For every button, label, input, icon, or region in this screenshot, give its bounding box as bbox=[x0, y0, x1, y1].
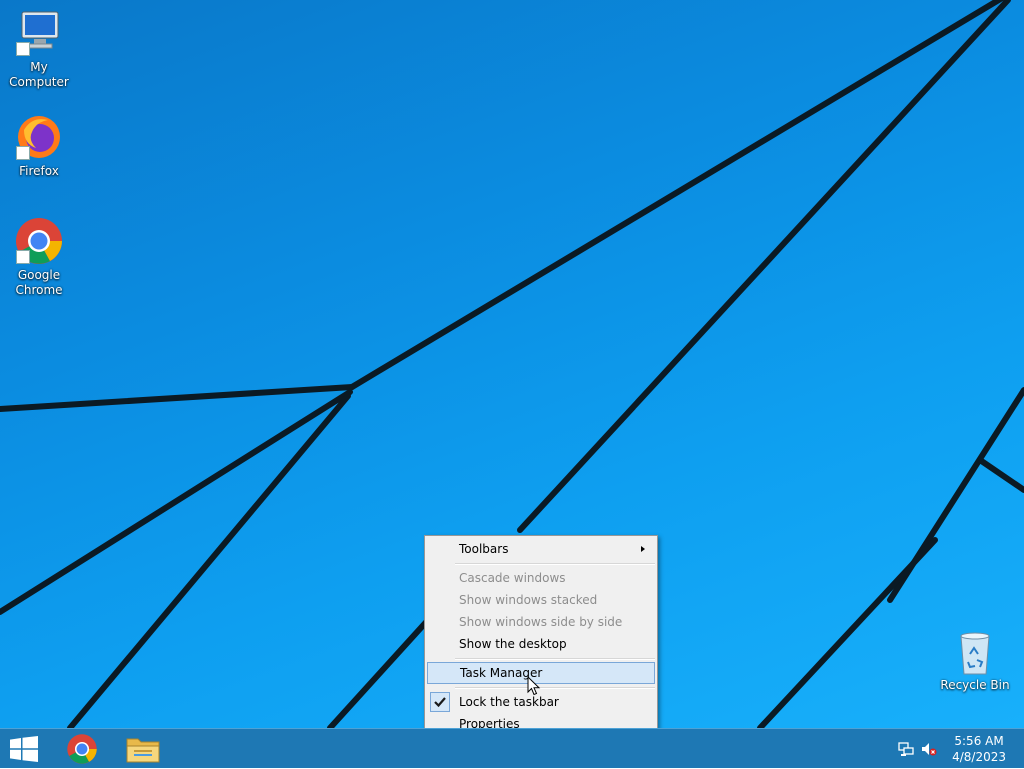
menu-item-show-windows-side-by-side: Show windows side by side bbox=[427, 611, 655, 633]
menu-item-lock-the-taskbar[interactable]: Lock the taskbar bbox=[427, 691, 655, 713]
volume-muted-icon[interactable] bbox=[921, 741, 937, 757]
chrome-icon bbox=[14, 216, 64, 266]
menu-separator bbox=[455, 563, 655, 565]
desktop-icon-google-chrome[interactable]: Google Chrome bbox=[0, 216, 78, 298]
clock-time: 5:56 AM bbox=[954, 734, 1004, 748]
submenu-arrow-icon bbox=[641, 546, 645, 552]
windows-logo-icon bbox=[10, 736, 38, 762]
menu-item-show-windows-stacked: Show windows stacked bbox=[427, 589, 655, 611]
menu-item-label: Lock the taskbar bbox=[459, 695, 559, 709]
clock-date: 4/8/2023 bbox=[952, 750, 1006, 764]
menu-item-label: Show the desktop bbox=[459, 637, 567, 651]
firefox-icon bbox=[14, 112, 64, 162]
menu-item-label: Show windows stacked bbox=[459, 593, 598, 607]
desktop[interactable]: My Computer Firefox Google Chrome Recycl… bbox=[0, 0, 1024, 728]
taskbar-pinned-file-explorer[interactable] bbox=[115, 729, 171, 769]
taskbar-context-menu: Toolbars Cascade windows Show windows st… bbox=[424, 535, 658, 728]
menu-item-cascade-windows: Cascade windows bbox=[427, 567, 655, 589]
taskbar-pinned-google-chrome[interactable] bbox=[54, 729, 110, 769]
menu-item-label: Show windows side by side bbox=[459, 615, 623, 629]
desktop-icon-label: My Computer bbox=[9, 60, 69, 89]
menu-item-properties[interactable]: Properties bbox=[427, 713, 655, 728]
taskbar[interactable]: 5:56 AM 4/8/2023 bbox=[0, 728, 1024, 768]
menu-item-show-the-desktop[interactable]: Show the desktop bbox=[427, 633, 655, 655]
menu-separator bbox=[455, 687, 655, 689]
menu-item-task-manager[interactable]: Task Manager bbox=[427, 662, 655, 684]
menu-item-label: Properties bbox=[459, 717, 520, 728]
shortcut-arrow-icon bbox=[16, 146, 30, 160]
desktop-icon-label: Recycle Bin bbox=[940, 678, 1010, 692]
menu-item-label: Toolbars bbox=[459, 542, 509, 556]
desktop-icon-my-computer[interactable]: My Computer bbox=[0, 8, 78, 90]
shortcut-arrow-icon bbox=[16, 250, 30, 264]
recycle-bin-icon bbox=[955, 630, 995, 676]
desktop-icon-label: Google Chrome bbox=[15, 268, 63, 297]
menu-separator bbox=[455, 658, 655, 660]
computer-icon bbox=[14, 8, 64, 58]
mouse-cursor-icon bbox=[527, 676, 541, 696]
menu-item-toolbars[interactable]: Toolbars bbox=[427, 538, 655, 560]
desktop-icon-label: Firefox bbox=[19, 164, 59, 178]
chrome-icon bbox=[67, 734, 97, 764]
desktop-icon-firefox[interactable]: Firefox bbox=[0, 112, 78, 179]
desktop-icon-recycle-bin[interactable]: Recycle Bin bbox=[936, 630, 1014, 693]
folder-icon bbox=[126, 738, 160, 763]
menu-item-label: Cascade windows bbox=[459, 571, 566, 585]
shortcut-arrow-icon bbox=[16, 42, 30, 56]
taskbar-clock[interactable]: 5:56 AM 4/8/2023 bbox=[952, 733, 1006, 765]
network-icon[interactable] bbox=[898, 741, 914, 757]
checkmark-icon bbox=[430, 692, 450, 712]
start-button[interactable] bbox=[0, 729, 48, 769]
